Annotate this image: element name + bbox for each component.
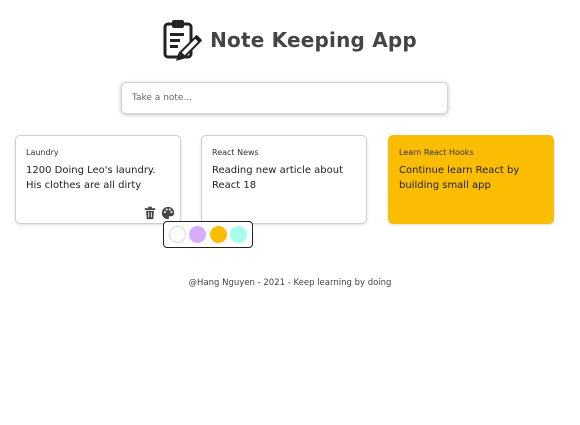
color-swatch-purple[interactable] [189,226,207,243]
note-card[interactable]: Laundry 1200 Doing Leo's laundry. His cl… [15,135,181,224]
note-card[interactable]: Learn React Hooks Continue learn React b… [388,135,554,224]
app-title: Note Keeping App [210,28,417,52]
note-body: Continue learn React by building small a… [399,165,520,191]
footer-text: @Hang Nguyen - 2021 - Keep learning by d… [188,278,392,288]
note-card[interactable]: React News Reading new article about Rea… [201,135,367,224]
color-swatch-yellow[interactable] [209,226,227,243]
color-palette [163,221,253,248]
take-note-input[interactable] [121,82,448,114]
trash-icon[interactable] [143,206,157,220]
note-title: React News [212,148,259,157]
color-swatch-white[interactable] [168,226,186,243]
note-title: Laundry [26,148,59,157]
note-body: 1200 Doing Leo's laundry. His clothes ar… [26,165,156,191]
note-title: Learn React Hooks [399,148,474,157]
color-swatch-teal[interactable] [230,226,248,243]
app-header: Note Keeping App [0,18,580,62]
note-actions [143,206,175,220]
clipboard-pencil-icon [163,20,202,61]
note-body: Reading new article about React 18 [212,165,344,191]
palette-icon[interactable] [161,206,175,220]
